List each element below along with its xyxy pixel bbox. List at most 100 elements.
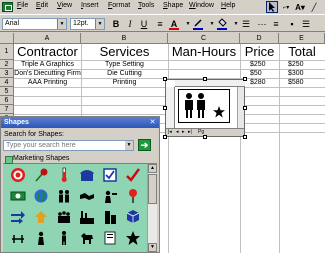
resize-handle[interactable] [243, 77, 247, 81]
cell-total[interactable]: $250 [288, 60, 325, 69]
close-icon[interactable]: ✕ [148, 118, 157, 127]
first-page-icon[interactable]: |◂ [168, 129, 172, 136]
handshake-icon[interactable] [79, 188, 95, 204]
line-tool-icon[interactable]: ╱ [308, 1, 320, 13]
target-icon[interactable] [10, 167, 26, 183]
row-header[interactable]: 7 [0, 105, 14, 114]
embedded-drawing-object[interactable]: |◂ ◂ ▸ ▸| Pg [163, 77, 247, 139]
row-header[interactable]: 6 [0, 96, 14, 105]
app-icon[interactable] [2, 2, 13, 12]
people-icon[interactable] [56, 188, 72, 204]
phone-icon[interactable] [79, 167, 95, 183]
row-header[interactable]: 1 [0, 44, 14, 60]
row-header[interactable]: 4 [0, 78, 14, 87]
building-icon[interactable] [102, 209, 118, 225]
cell-price[interactable]: $280 [250, 78, 279, 87]
menu-shape[interactable]: Shape [163, 2, 183, 9]
shadow-icon[interactable]: ▪ [286, 18, 298, 30]
menu-edit[interactable]: Edit [36, 2, 48, 9]
scroll-thumb[interactable] [148, 174, 157, 204]
column-header[interactable]: D [240, 33, 279, 44]
column-header[interactable]: B [81, 33, 168, 44]
row-header[interactable]: 2 [0, 60, 14, 69]
select-all-corner[interactable] [0, 33, 14, 44]
scroll-up-icon[interactable]: ▲ [148, 164, 157, 173]
prev-page-icon[interactable]: ◂ [176, 129, 179, 136]
cell-total[interactable]: $300 [288, 69, 325, 78]
row-header[interactable]: 3 [0, 69, 14, 78]
cell-service[interactable]: Die Cutting [81, 69, 168, 78]
italic-button[interactable]: I [124, 18, 136, 30]
line-color-button[interactable] [192, 18, 204, 30]
thermometer-icon[interactable] [56, 167, 72, 183]
header-cell-total[interactable]: Total [279, 44, 325, 60]
search-input[interactable] [3, 140, 134, 151]
line-weight-icon[interactable]: ☰ [240, 18, 252, 30]
menu-help[interactable]: Help [221, 2, 235, 9]
cell-price[interactable]: $250 [250, 60, 279, 69]
resize-handle[interactable] [243, 106, 247, 110]
header-cell-price[interactable]: Price [240, 44, 279, 60]
people-icon[interactable] [56, 209, 72, 225]
line-ends-icon[interactable]: ≡ [270, 18, 282, 30]
last-page-icon[interactable]: ▸| [188, 129, 192, 136]
star-icon[interactable] [125, 230, 141, 246]
cell-contractor[interactable]: Triple A Graphics [14, 60, 81, 69]
corner-rounding-icon[interactable]: ☰ [300, 18, 312, 30]
money-icon[interactable] [10, 188, 26, 204]
menu-format[interactable]: Format [108, 2, 130, 9]
text-tool-icon[interactable]: A▾ [294, 1, 306, 13]
checkbox-icon[interactable] [102, 167, 118, 183]
menu-view[interactable]: View [57, 2, 72, 9]
header-cell-man-hours[interactable]: Man-Hours [168, 44, 240, 60]
cell-contractor[interactable]: AAA Printing [14, 78, 81, 87]
column-header[interactable]: A [14, 33, 81, 44]
header-cell-services[interactable]: Services [81, 44, 168, 60]
chevron-down-icon[interactable]: ▼ [125, 141, 133, 150]
resize-handle[interactable] [243, 135, 247, 139]
search-go-button[interactable]: ➔ [138, 139, 151, 151]
bold-button[interactable]: B [110, 18, 122, 30]
cell-service[interactable]: Type Setting [81, 60, 168, 69]
resize-handle[interactable] [203, 135, 207, 139]
stencil-header[interactable]: Marketing Shapes [3, 154, 157, 164]
fill-color-button[interactable] [216, 18, 228, 30]
resize-handle[interactable] [163, 135, 167, 139]
cell-total[interactable]: $580 [288, 78, 325, 87]
dollar-icon[interactable] [10, 230, 26, 246]
chess-icon[interactable] [33, 230, 49, 246]
factory-icon[interactable] [79, 209, 95, 225]
cell-price[interactable]: $50 [250, 69, 279, 78]
font-select[interactable]: Arial ▼ [2, 18, 67, 30]
row-header[interactable]: 5 [0, 87, 14, 96]
rose-icon[interactable] [33, 167, 49, 183]
underline-button[interactable]: U [138, 18, 150, 30]
star-icon[interactable] [213, 106, 225, 118]
next-page-icon[interactable]: ▸ [182, 129, 185, 136]
menu-file[interactable]: File [17, 2, 28, 9]
menu-tools[interactable]: Tools [138, 2, 154, 9]
globe-icon[interactable] [33, 188, 49, 204]
arrows-icon[interactable] [33, 209, 49, 225]
font-color-button[interactable]: A [168, 18, 180, 30]
checkmark-icon[interactable] [125, 167, 141, 183]
speaker-icon[interactable] [102, 188, 118, 204]
arrows-icon[interactable] [10, 209, 26, 225]
resize-handle[interactable] [163, 106, 167, 110]
font-size-select[interactable]: 12pt. ▼ [70, 18, 105, 30]
menu-window[interactable]: Window [189, 2, 214, 9]
menu-insert[interactable]: Insert [81, 2, 99, 9]
line-pattern-icon[interactable]: ⋯ [256, 18, 268, 30]
header-cell-contractor[interactable]: Contractor [14, 44, 81, 60]
drawing-page[interactable] [178, 89, 230, 123]
paper-stack-icon[interactable] [102, 230, 118, 246]
scroll-down-icon[interactable]: ▼ [148, 243, 157, 252]
cell-contractor[interactable]: Don's Diecutting Firm [14, 69, 81, 78]
align-center-icon[interactable]: ≡ [154, 18, 166, 30]
pointer-tool-icon[interactable] [266, 1, 278, 13]
resize-handle[interactable] [163, 77, 167, 81]
push-pin-icon[interactable] [125, 188, 141, 204]
cell-service[interactable]: Printing [81, 78, 168, 87]
connector-tool-icon[interactable]: ⌐▾ [280, 1, 292, 13]
cube-icon[interactable] [125, 209, 141, 225]
